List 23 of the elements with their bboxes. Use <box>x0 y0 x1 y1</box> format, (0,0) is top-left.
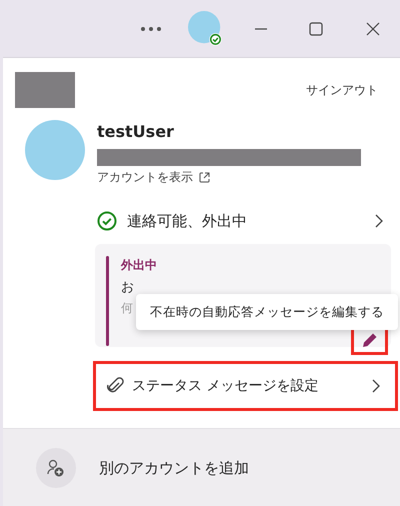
add-person-icon[interactable] <box>35 447 77 489</box>
set-status-message-item[interactable]: ステータス メッセージを設定 <box>93 361 398 411</box>
view-account-link[interactable]: アカウントを表示 <box>97 169 193 186</box>
chevron-icon <box>372 379 381 393</box>
user-name: testUser <box>97 122 175 141</box>
redacted-block <box>15 72 75 108</box>
chevron-icon <box>375 214 384 228</box>
more-icon[interactable] <box>140 26 162 32</box>
sign-out-link[interactable]: サインアウト <box>306 82 378 98</box>
note-title: 外出中 <box>121 257 157 274</box>
avatar-icon <box>25 120 85 180</box>
maximize-icon[interactable] <box>309 22 323 36</box>
pencil-icon <box>362 332 378 348</box>
tooltip: 不在時の自動応答メッセージを編集する <box>136 294 398 330</box>
add-account-link[interactable]: 別のアカウントを追加 <box>99 458 249 478</box>
external-link-icon <box>199 172 210 183</box>
note-text: お <box>121 279 135 296</box>
close-icon[interactable] <box>366 22 380 36</box>
available-icon <box>97 211 117 231</box>
paperclip-icon <box>106 377 124 395</box>
note-text: 何 <box>121 300 134 317</box>
avatar-icon[interactable] <box>188 10 224 46</box>
status-item[interactable]: 連絡可能、外出中 <box>97 208 384 234</box>
